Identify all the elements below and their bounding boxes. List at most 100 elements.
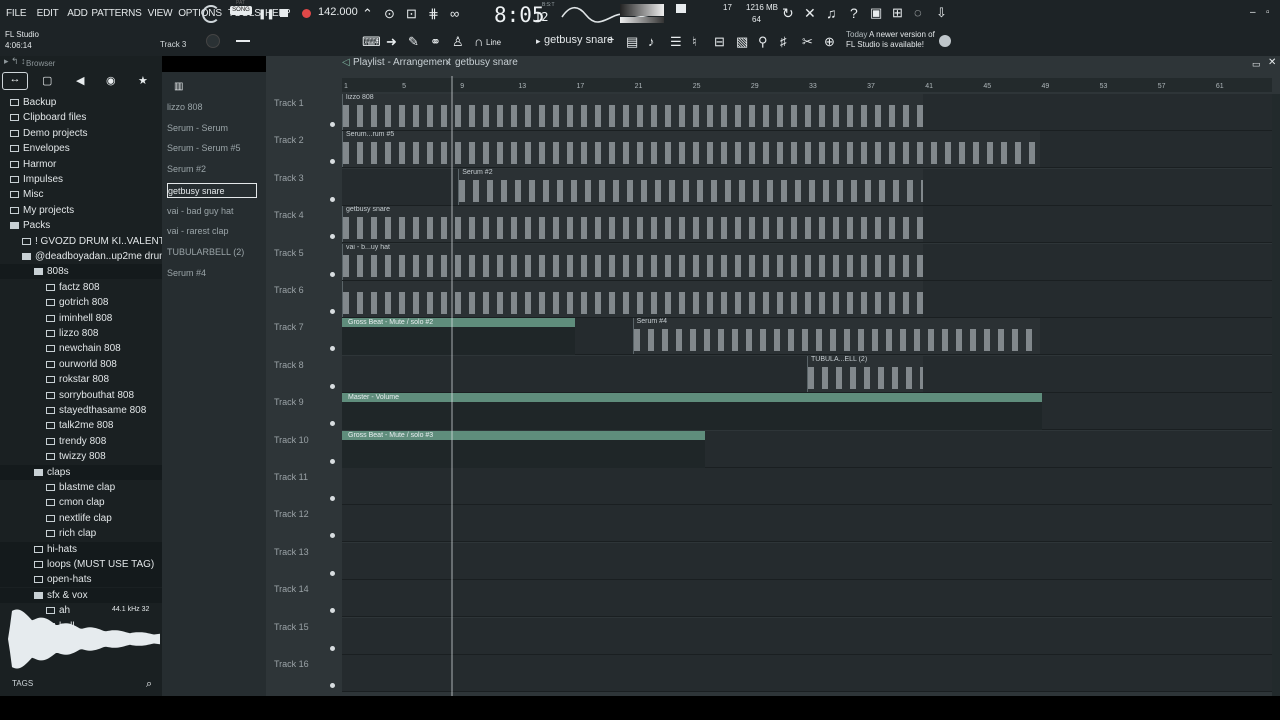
- channel-rack-icon[interactable]: ☰: [670, 35, 682, 49]
- browser-item[interactable]: Misc: [0, 187, 162, 202]
- track-mute-dot[interactable]: [330, 309, 335, 314]
- track-mute-dot[interactable]: [330, 383, 335, 389]
- track-name[interactable]: Track 12: [274, 509, 309, 519]
- maximize-icon[interactable]: ▫: [1266, 6, 1270, 20]
- stop-icon[interactable]: [280, 9, 288, 17]
- browser-item[interactable]: ourworld 808: [0, 357, 162, 372]
- track-mute-dot[interactable]: [330, 458, 335, 464]
- pitch-slider[interactable]: [236, 40, 250, 42]
- track-name[interactable]: Track 13: [274, 547, 309, 557]
- pattern-clip[interactable]: getbusy snare: [342, 206, 924, 243]
- browser-item[interactable]: Envelopes: [0, 141, 162, 156]
- track-mute-dot[interactable]: [330, 346, 335, 352]
- pattern-picker-item[interactable]: vai - rarest clap: [167, 224, 257, 239]
- pause-icon[interactable]: ❚❚: [258, 8, 275, 22]
- browser-item[interactable]: rich clap: [0, 526, 162, 541]
- refresh-icon[interactable]: ↻: [782, 6, 794, 20]
- magnet-icon[interactable]: ∩: [474, 35, 483, 49]
- vertical-scrollbar[interactable]: [1272, 94, 1280, 696]
- track-name[interactable]: Track 10: [274, 435, 309, 445]
- track-mute-dot[interactable]: [330, 683, 335, 688]
- track-mute-dot[interactable]: [330, 271, 335, 277]
- browser-plugins-icon[interactable]: ◀: [76, 74, 84, 88]
- browser-files-icon[interactable]: ▢: [42, 74, 52, 88]
- track-name[interactable]: Track 7: [274, 322, 304, 332]
- browser-favorites-icon[interactable]: ★: [138, 74, 148, 88]
- playlist-minimize-icon[interactable]: ▭: [1252, 57, 1261, 71]
- pattern-picker-item[interactable]: Serum #2: [167, 162, 257, 177]
- panic-icon[interactable]: ✕: [804, 6, 816, 20]
- news-line-2[interactable]: FL Studio is available!: [846, 40, 924, 49]
- plug-icon[interactable]: ⚲: [758, 35, 768, 49]
- browser-item[interactable]: factz 808: [0, 280, 162, 295]
- track-name[interactable]: Track 9: [274, 397, 304, 407]
- track-name[interactable]: Track 2: [274, 135, 304, 145]
- browser-item[interactable]: lizzo 808: [0, 326, 162, 341]
- playlist-icon[interactable]: ▤: [626, 35, 638, 49]
- browser-item[interactable]: sfx & vox: [0, 587, 162, 603]
- menu-file[interactable]: FILE: [6, 8, 27, 19]
- browser-item[interactable]: iminhell 808: [0, 311, 162, 326]
- browser-item[interactable]: ! GVOZD DRUM KI..VALENTA VOL.1: [0, 234, 201, 249]
- automation-clip[interactable]: Gross Beat - Mute / solo #2: [342, 318, 575, 356]
- chat-icon[interactable]: ◌: [914, 6, 922, 20]
- metronome-icon[interactable]: ⌃: [362, 7, 373, 21]
- browser-item[interactable]: My projects: [0, 203, 162, 218]
- track-name[interactable]: Track 1: [274, 98, 304, 108]
- track-lane[interactable]: [342, 468, 1272, 505]
- browser-item[interactable]: hi-hats: [0, 541, 162, 557]
- download-icon[interactable]: ⇩: [936, 6, 947, 20]
- browser-item[interactable]: blastme clap: [0, 480, 162, 495]
- touch-keyboard-icon[interactable]: ♯: [780, 35, 787, 49]
- add-pattern-button[interactable]: +: [608, 34, 614, 46]
- master-pitch[interactable]: [620, 17, 664, 23]
- playhead[interactable]: [450, 76, 453, 696]
- browser-item[interactable]: Backup: [0, 95, 162, 110]
- browser-item[interactable]: loops (MUST USE TAG): [0, 557, 162, 572]
- pattern-clip[interactable]: vai - b...uy hat: [342, 243, 924, 280]
- track-name[interactable]: Track 16: [274, 659, 309, 669]
- arrow-right-icon[interactable]: ➜: [386, 35, 397, 49]
- track-mute-dot[interactable]: [330, 645, 335, 651]
- browser-item[interactable]: twizzy 808: [0, 449, 162, 464]
- browser-item[interactable]: sorrybouthat 808: [0, 388, 162, 403]
- track-name[interactable]: Track 6: [274, 285, 304, 295]
- pattern-picker-item[interactable]: Serum #4: [167, 266, 257, 281]
- pattern-picker-item[interactable]: Serum - Serum: [167, 121, 257, 136]
- track-mute-dot[interactable]: [330, 122, 335, 127]
- countdown-icon[interactable]: ⊡: [406, 7, 417, 21]
- keyboard-icon[interactable]: ⌨: [362, 35, 381, 49]
- mixer-icon[interactable]: ♮: [692, 35, 697, 49]
- pattern-arrow-icon[interactable]: ▸: [536, 36, 541, 47]
- track-lane[interactable]: [342, 542, 1272, 580]
- browser-item[interactable]: nextlife clap: [0, 511, 162, 526]
- track-name[interactable]: Track 8: [274, 360, 304, 370]
- pattern-clip[interactable]: TUBULA...ELL (2): [807, 355, 924, 392]
- browser-item[interactable]: Packs: [0, 218, 162, 233]
- link-icon[interactable]: ⚭: [430, 35, 441, 49]
- browser-item[interactable]: trendy 808: [0, 434, 162, 449]
- song-mode-button[interactable]: SONG: [230, 6, 252, 15]
- pattern-clip[interactable]: [342, 281, 924, 317]
- record-icon[interactable]: [302, 9, 311, 18]
- track-lane[interactable]: [342, 580, 1272, 618]
- track-lane[interactable]: [342, 655, 1272, 692]
- pattern-selector[interactable]: getbusy snare: [544, 34, 613, 46]
- master-volume[interactable]: [620, 4, 664, 16]
- menu-view[interactable]: VIEW: [148, 8, 173, 19]
- automation-clip[interactable]: Gross Beat - Mute / solo #3: [342, 430, 706, 468]
- browser-item[interactable]: @deadboyadan..up2me drumkit: [0, 249, 177, 264]
- browser-item[interactable]: Clipboard files: [0, 110, 162, 125]
- browser-item[interactable]: Impulses: [0, 172, 162, 187]
- track-mute-dot[interactable]: [330, 196, 335, 202]
- track-name[interactable]: Track 11: [274, 472, 308, 482]
- browser-item[interactable]: gotrich 808: [0, 295, 162, 310]
- tempo-display[interactable]: 142.000: [318, 6, 358, 18]
- menu-patterns[interactable]: PATTERNS: [91, 8, 141, 19]
- browser-item[interactable]: talk2me 808: [0, 418, 162, 433]
- pattern-clip[interactable]: Serum #4: [632, 318, 1040, 355]
- playback-mode-dial[interactable]: [202, 5, 220, 23]
- step-edit-icon[interactable]: ⋕: [428, 7, 439, 21]
- browser-icon[interactable]: ⊟: [714, 35, 725, 49]
- save-icon[interactable]: ▣: [870, 6, 882, 20]
